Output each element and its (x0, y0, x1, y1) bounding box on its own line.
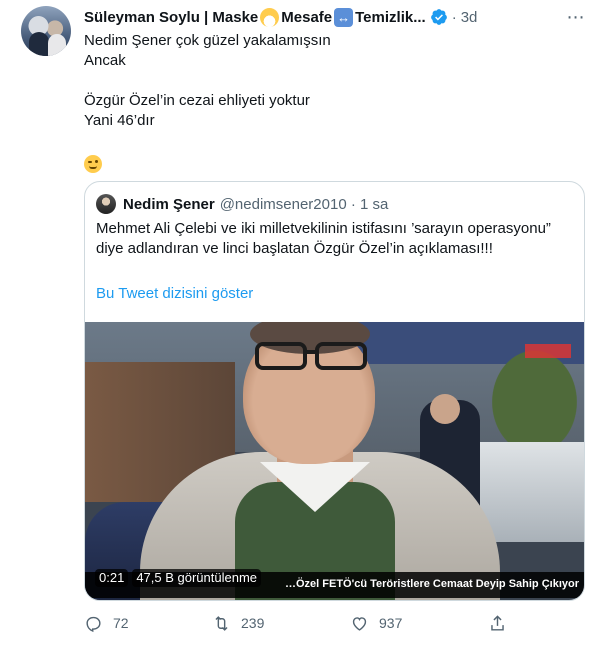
tweet-header: Süleyman Soylu | Maske Mesafe ↔ Temizlik… (84, 7, 477, 27)
reply-count: 72 (113, 615, 129, 631)
tweet-text-line: Nedim Şener çok güzel yakalamışsın (84, 32, 331, 49)
reply-icon (86, 616, 101, 632)
tweet-text-line: Özgür Özel’in cezai ehliyeti yoktur (84, 92, 310, 109)
author-name[interactable]: Süleyman Soylu | Maske (84, 9, 258, 26)
retweet-button[interactable]: 239 (212, 612, 264, 634)
retweet-count: 239 (241, 615, 265, 631)
show-thread-link[interactable]: Bu Tweet dizisini göster (96, 285, 253, 302)
quoted-author-avatar (96, 194, 116, 214)
news-ticker-text: …Özel FETÖ'cü Teröristlere Cemaat Deyip … (285, 578, 579, 590)
author-name-part3[interactable]: Temizlik... (355, 9, 426, 26)
tweet-text-line: Yani 46’dır (84, 112, 155, 129)
video-duration: 0:21 (95, 569, 129, 587)
quoted-author-name: Nedim Şener (123, 195, 215, 213)
more-icon[interactable]: ⋯ (565, 6, 587, 28)
video-player[interactable]: …Özel FETÖ'cü Teröristlere Cemaat Deyip … (85, 322, 584, 600)
tweet-text-line: Ancak (84, 52, 126, 69)
tweet-time[interactable]: 3d (461, 9, 478, 26)
quoted-author-handle: @nedimsener2010 (219, 195, 347, 213)
share-button[interactable] (488, 612, 517, 634)
quoted-tweet-header: Nedim Şener @nedimsener2010 · 1 sa (123, 194, 388, 214)
video-view-count: 47,5 B görüntülenme (132, 569, 262, 587)
tweet-actions: 72 239 937 (84, 612, 584, 634)
author-name-part2[interactable]: Mesafe (281, 9, 332, 26)
share-icon (491, 614, 504, 631)
reply-button[interactable]: 72 (84, 612, 129, 634)
like-icon (352, 616, 367, 631)
verified-badge-icon (430, 9, 447, 25)
left-right-arrow-emoji-icon: ↔ (334, 7, 354, 27)
quoted-tweet-time: 1 sa (360, 195, 389, 213)
like-button[interactable]: 937 (350, 612, 402, 634)
author-avatar[interactable] (21, 6, 71, 56)
separator-dot: · (451, 8, 457, 26)
quoted-tweet-text: Mehmet Ali Çelebi ve iki milletvekilinin… (96, 220, 551, 257)
separator-dot: · (346, 195, 361, 213)
like-count: 937 (379, 615, 403, 631)
tweet-text-line (84, 71, 584, 91)
video-frame-glasses (255, 342, 367, 370)
mask-emoji-icon (260, 7, 280, 27)
tweet-text: Nedim Şener çok güzel yakalamışsın Ancak… (84, 31, 584, 173)
winking-face-emoji-icon (84, 155, 102, 173)
quoted-tweet[interactable]: Nedim Şener @nedimsener2010 · 1 sa Mehme… (84, 181, 585, 601)
tweet[interactable]: Süleyman Soylu | Maske Mesafe ↔ Temizlik… (0, 0, 604, 648)
retweet-icon (215, 615, 228, 631)
